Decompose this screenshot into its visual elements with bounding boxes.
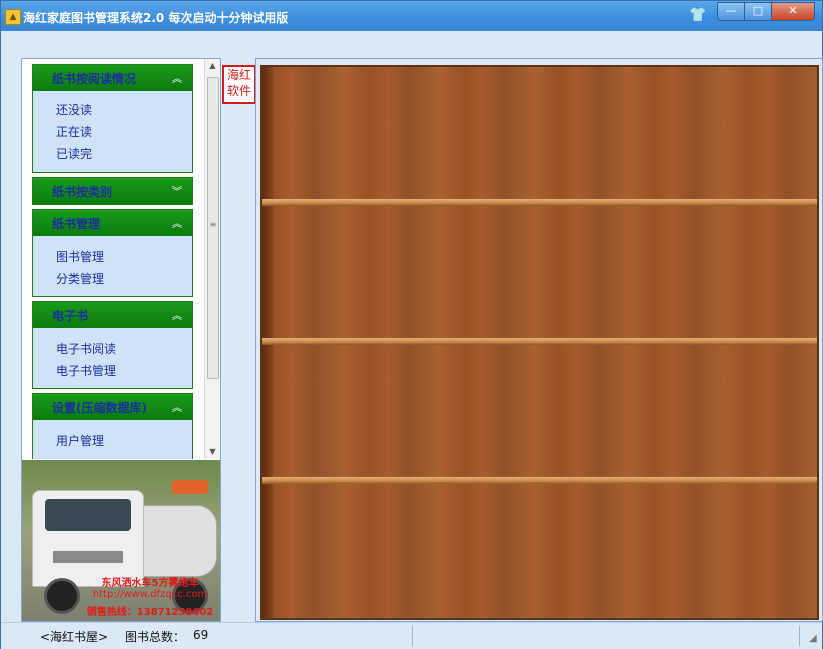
shelf-compartment[interactable] [274,206,817,338]
window-title: 海红家庭图书管理系统2.0 每次启动十分钟试用版 [23,11,289,25]
bookshelf-panel [255,58,823,622]
collapse-chevron-icon[interactable]: ︽ [172,215,182,230]
ad-headline: 东风洒水车5方雾炮车 [101,578,199,589]
title-bar[interactable]: ▲ 海红家庭图书管理系统2.0 每次启动十分钟试用版 👕 — □ ✕ [1,1,822,31]
nav-item-book-management[interactable]: 图书管理 [56,248,104,265]
scroll-up-arrow-icon[interactable]: ▲ [205,59,220,73]
nav-item-ebook-management[interactable]: 电子书管理 [56,362,116,379]
status-separator [412,626,413,646]
expand-chevron-icon[interactable]: ︾ [172,183,182,198]
ad-url: http://www.dfzqcc.com [92,589,208,600]
left-panel: 纸书按阅读情况 ︽ 还没读 正在读 已读完 纸书按类别 ︾ 纸书管理 ︽ 图书管… [21,58,221,622]
nav-group-header[interactable]: 电子书 ︽ [33,302,192,328]
skin-shirt-icon[interactable]: 👕 [689,7,706,25]
shelf-compartment[interactable] [274,67,817,199]
nav-item-reading[interactable]: 正在读 [56,123,92,140]
fog-cannon-graphic [172,480,208,494]
app-lock-icon: ▲ [5,9,21,25]
truck-grille-graphic [53,551,123,563]
nav-item-category-management[interactable]: 分类管理 [56,270,104,287]
nav-group-header[interactable]: 纸书管理 ︽ [33,210,192,236]
ad-hotline: 销售热线：13871258602 [86,607,214,618]
resize-grip-icon[interactable]: ◢ [809,633,817,644]
nav-group-header[interactable]: 纸书按阅读情况 ︽ [33,65,192,91]
truck-windshield-graphic [45,499,131,531]
shelf-compartment[interactable] [274,484,817,618]
shelf-board [262,338,817,345]
nav-group-title: 设置(压缩数据库) [52,401,147,415]
nav-group-title: 纸书按阅读情况 [52,72,137,86]
scrollbar-thumb[interactable]: ≡ [207,77,219,379]
collapse-chevron-icon[interactable]: ︽ [172,399,182,414]
brand-stamp: 海红 软件 [222,65,256,104]
truck-tank-graphic [140,505,217,577]
scroll-down-arrow-icon[interactable]: ▼ [205,445,220,459]
navigation-panel: 纸书按阅读情况 ︽ 还没读 正在读 已读完 纸书按类别 ︾ 纸书管理 ︽ 图书管… [22,59,203,459]
nav-group-header[interactable]: 纸书按类别 ︾ [33,178,192,204]
status-library-name: <海红书屋> [40,630,109,644]
nav-group-reading-status: 纸书按阅读情况 ︽ 还没读 正在读 已读完 [32,64,193,173]
shelf-compartment[interactable] [274,345,817,477]
stamp-line-2: 软件 [226,84,251,98]
close-button[interactable]: ✕ [771,2,815,21]
nav-group-title: 电子书 [52,309,89,323]
stamp-line-1: 海红 [226,68,251,82]
truck-cab-graphic [32,490,144,587]
minimize-button[interactable]: — [717,2,745,21]
nav-item-ebook-reading[interactable]: 电子书阅读 [56,340,116,357]
maximize-button[interactable]: □ [744,2,772,21]
nav-scrollbar[interactable]: ▲ ≡ ▼ [204,59,220,459]
nav-group-settings: 设置(压缩数据库) ︽ 用户管理 [32,393,193,459]
nav-item-finished[interactable]: 已读完 [56,145,92,162]
app-window: ▲ 海红家庭图书管理系统2.0 每次启动十分钟试用版 👕 — □ ✕ 纸书按阅读… [0,0,823,649]
shelf-board [262,199,817,206]
status-bar: <海红书屋> 图书总数： 69 ◢ [1,622,822,649]
collapse-chevron-icon[interactable]: ︽ [172,70,182,85]
collapse-chevron-icon[interactable]: ︽ [172,307,182,322]
thumb-grip-icon: ≡ [209,220,217,229]
nav-group-by-category: 纸书按类别 ︾ [32,177,193,205]
nav-item-not-read[interactable]: 还没读 [56,101,92,118]
bookshelf[interactable] [260,65,819,620]
truck-wheel-graphic [44,578,80,614]
nav-group-title: 纸书按类别 [52,185,113,199]
status-book-count-value: 69 [193,628,209,642]
nav-group-book-management: 纸书管理 ︽ 图书管理 分类管理 [32,209,193,297]
ad-banner[interactable]: 东风洒水车5方雾炮车 http://www.dfzqcc.com 销售热线：13… [22,460,220,621]
nav-group-title: 纸书管理 [52,217,101,231]
status-separator [799,626,800,646]
nav-group-ebooks: 电子书 ︽ 电子书阅读 电子书管理 [32,301,193,389]
shelf-board [262,477,817,484]
status-book-count-label: 图书总数： [125,630,186,644]
nav-item-user-management[interactable]: 用户管理 [56,432,104,449]
nav-group-header[interactable]: 设置(压缩数据库) ︽ [33,394,192,420]
